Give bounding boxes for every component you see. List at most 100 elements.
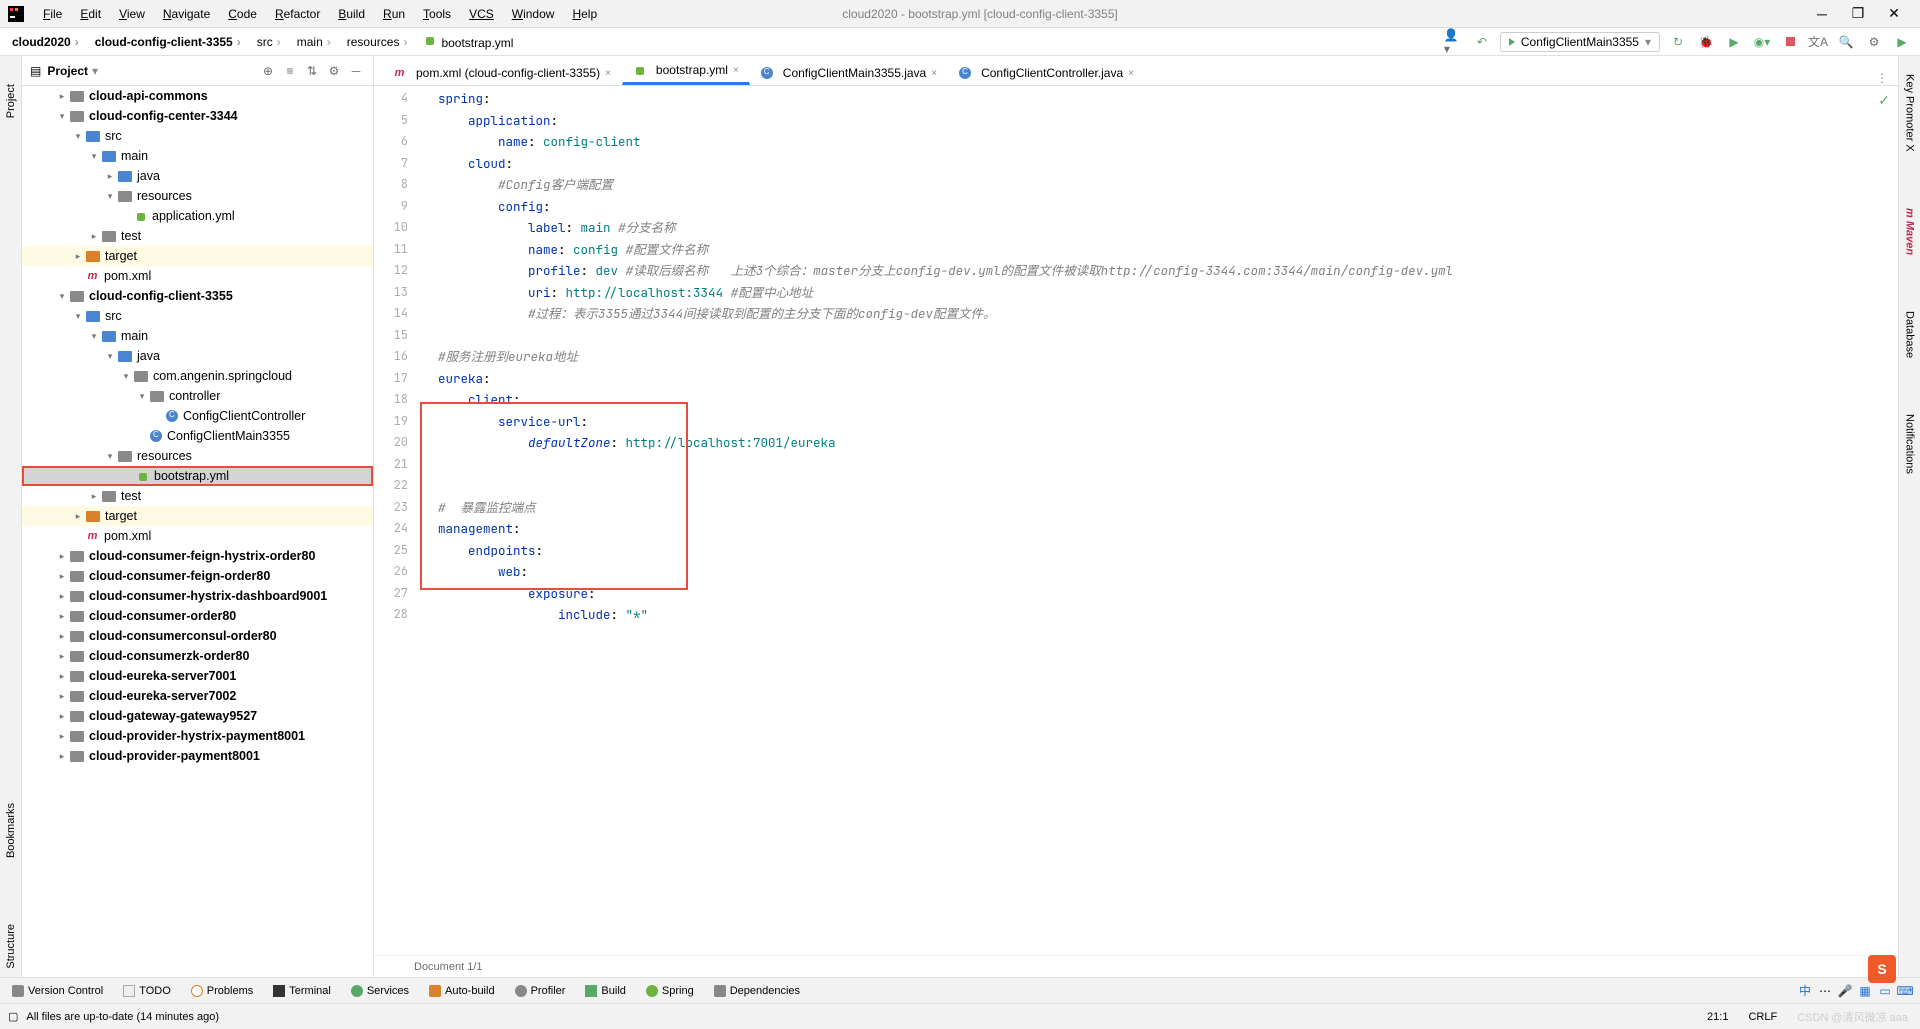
sidestrip-structure[interactable]: Structure xyxy=(3,916,19,977)
tree-node[interactable]: resources xyxy=(22,186,373,206)
editor-tab[interactable]: ConfigClientMain3355.java× xyxy=(750,60,948,85)
menu-code[interactable]: Code xyxy=(219,4,266,24)
run-icon[interactable]: ↻ xyxy=(1668,32,1688,52)
tree-node[interactable]: java xyxy=(22,166,373,186)
inspection-ok-icon[interactable]: ✓ xyxy=(1878,92,1890,109)
sidestrip-bookmarks[interactable]: Bookmarks xyxy=(3,795,19,866)
stop-icon[interactable] xyxy=(1780,32,1800,52)
bottom-profiler[interactable]: Profiler xyxy=(511,983,570,999)
tree-node[interactable]: cloud-consumer-order80 xyxy=(22,606,373,626)
sidestrip-keypromoter[interactable]: Key Promoter X xyxy=(1902,66,1918,160)
menu-navigate[interactable]: Navigate xyxy=(154,4,219,24)
editor-body[interactable]: 4567891011121314151617181920212223242526… xyxy=(374,86,1898,955)
bottom-todo[interactable]: TODO xyxy=(119,983,175,999)
tree-node[interactable]: cloud-consumerconsul-order80 xyxy=(22,626,373,646)
bottom-version-control[interactable]: Version Control xyxy=(8,983,107,999)
tree-node[interactable]: main xyxy=(22,146,373,166)
menu-window[interactable]: Window xyxy=(503,4,564,24)
tree-node[interactable]: cloud-gateway-gateway9527 xyxy=(22,706,373,726)
breadcrumb-item[interactable]: src xyxy=(253,33,289,51)
tree-node[interactable]: java xyxy=(22,346,373,366)
tree-node[interactable]: target xyxy=(22,506,373,526)
run-config-dropdown[interactable]: ConfigClientMain3355 ▾ xyxy=(1500,32,1660,52)
translate-icon[interactable]: 文A xyxy=(1808,32,1828,52)
sidestrip-database[interactable]: Database xyxy=(1902,303,1918,366)
bottom-build[interactable]: Build xyxy=(581,983,629,999)
minimize-icon[interactable]: ─ xyxy=(1814,6,1830,22)
tree-node[interactable]: bootstrap.yml xyxy=(22,466,373,486)
bottom-services[interactable]: Services xyxy=(347,983,413,999)
tray-app-icon[interactable]: ▦ xyxy=(1858,984,1872,998)
tray-screen-icon[interactable]: ▭ xyxy=(1878,984,1892,998)
close-icon[interactable]: ✕ xyxy=(1886,6,1902,22)
close-tab-icon[interactable]: × xyxy=(1128,68,1134,79)
expand-icon[interactable]: ≡ xyxy=(281,62,299,80)
sidestrip-notifications[interactable]: Notifications xyxy=(1902,406,1918,482)
tree-node[interactable]: cloud-config-center-3344 xyxy=(22,106,373,126)
tree-node[interactable]: application.yml xyxy=(22,206,373,226)
tree-node[interactable]: main xyxy=(22,326,373,346)
breadcrumb-item[interactable]: resources xyxy=(343,33,416,51)
bottom-spring[interactable]: Spring xyxy=(642,983,698,999)
bottom-autobuild[interactable]: Auto-build xyxy=(425,983,499,999)
tree-node[interactable]: ConfigClientMain3355 xyxy=(22,426,373,446)
debug-icon[interactable]: 🐞 xyxy=(1696,32,1716,52)
coverage-icon[interactable]: ▶ xyxy=(1724,32,1744,52)
tree-node[interactable]: cloud-eureka-server7002 xyxy=(22,686,373,706)
project-tree[interactable]: cloud-api-commonscloud-config-center-334… xyxy=(22,86,373,977)
tree-node[interactable]: mpom.xml xyxy=(22,266,373,286)
profile-icon[interactable]: ◉▾ xyxy=(1752,32,1772,52)
bottom-problems[interactable]: Problems xyxy=(187,983,257,999)
tree-node[interactable]: cloud-api-commons xyxy=(22,86,373,106)
sidestrip-project[interactable]: Project xyxy=(3,76,19,126)
close-tab-icon[interactable]: × xyxy=(605,68,611,79)
breadcrumb-item[interactable]: cloud-config-client-3355 xyxy=(91,33,249,51)
collapse-icon[interactable]: ⇅ xyxy=(303,62,321,80)
tree-node[interactable]: resources xyxy=(22,446,373,466)
menu-vcs[interactable]: VCS xyxy=(460,4,503,24)
tree-node[interactable]: cloud-consumer-feign-order80 xyxy=(22,566,373,586)
tree-node[interactable]: src xyxy=(22,126,373,146)
menu-tools[interactable]: Tools xyxy=(414,4,460,24)
breadcrumb-item[interactable]: bootstrap.yml xyxy=(419,32,517,52)
bottom-terminal[interactable]: Terminal xyxy=(269,983,335,999)
line-separator[interactable]: CRLF xyxy=(1744,1009,1781,1025)
tree-node[interactable]: cloud-eureka-server7001 xyxy=(22,666,373,686)
tray-net-icon[interactable]: ⋯ xyxy=(1818,984,1832,998)
tree-node[interactable]: cloud-provider-payment8001 xyxy=(22,746,373,766)
tree-node[interactable]: cloud-config-client-3355 xyxy=(22,286,373,306)
close-tab-icon[interactable]: × xyxy=(733,65,739,76)
tree-node[interactable]: cloud-consumer-hystrix-dashboard9001 xyxy=(22,586,373,606)
tree-node[interactable]: cloud-consumerzk-order80 xyxy=(22,646,373,666)
editor-tab[interactable]: mpom.xml (cloud-config-client-3355)× xyxy=(382,60,622,85)
tree-node[interactable]: src xyxy=(22,306,373,326)
cursor-position[interactable]: 21:1 xyxy=(1703,1009,1732,1025)
tree-node[interactable]: cloud-provider-hystrix-payment8001 xyxy=(22,726,373,746)
search-icon[interactable]: 🔍 xyxy=(1836,32,1856,52)
sync-icon[interactable]: ↶ xyxy=(1472,32,1492,52)
tabs-more-icon[interactable]: ⋮ xyxy=(1866,71,1898,85)
tree-node[interactable]: mpom.xml xyxy=(22,526,373,546)
tree-node[interactable]: target xyxy=(22,246,373,266)
menu-build[interactable]: Build xyxy=(329,4,374,24)
breadcrumb-item[interactable]: main xyxy=(293,33,339,51)
locate-icon[interactable]: ⊕ xyxy=(259,62,277,80)
settings-icon[interactable]: ⚙ xyxy=(1864,32,1884,52)
menu-refactor[interactable]: Refactor xyxy=(266,4,329,24)
tree-node[interactable]: test xyxy=(22,486,373,506)
tray-mic-icon[interactable]: 🎤 xyxy=(1838,984,1852,998)
menu-edit[interactable]: Edit xyxy=(71,4,110,24)
tree-node[interactable]: com.angenin.springcloud xyxy=(22,366,373,386)
close-tab-icon[interactable]: × xyxy=(931,68,937,79)
breadcrumb-item[interactable]: cloud2020 xyxy=(8,33,87,51)
code-area[interactable]: spring: application: name: config-client… xyxy=(418,86,1898,955)
menu-view[interactable]: View xyxy=(110,4,154,24)
gear-icon[interactable]: ⚙ xyxy=(325,62,343,80)
status-window-icon[interactable]: ▢ xyxy=(8,1010,18,1023)
editor-tab[interactable]: ConfigClientController.java× xyxy=(948,60,1145,85)
tray-keyboard-icon[interactable]: ⌨ xyxy=(1898,984,1912,998)
tray-cn-icon[interactable]: 中 xyxy=(1798,984,1812,998)
tree-node[interactable]: cloud-consumer-feign-hystrix-order80 xyxy=(22,546,373,566)
sidestrip-maven[interactable]: m Maven xyxy=(1902,200,1918,263)
hide-icon[interactable]: ─ xyxy=(347,62,365,80)
